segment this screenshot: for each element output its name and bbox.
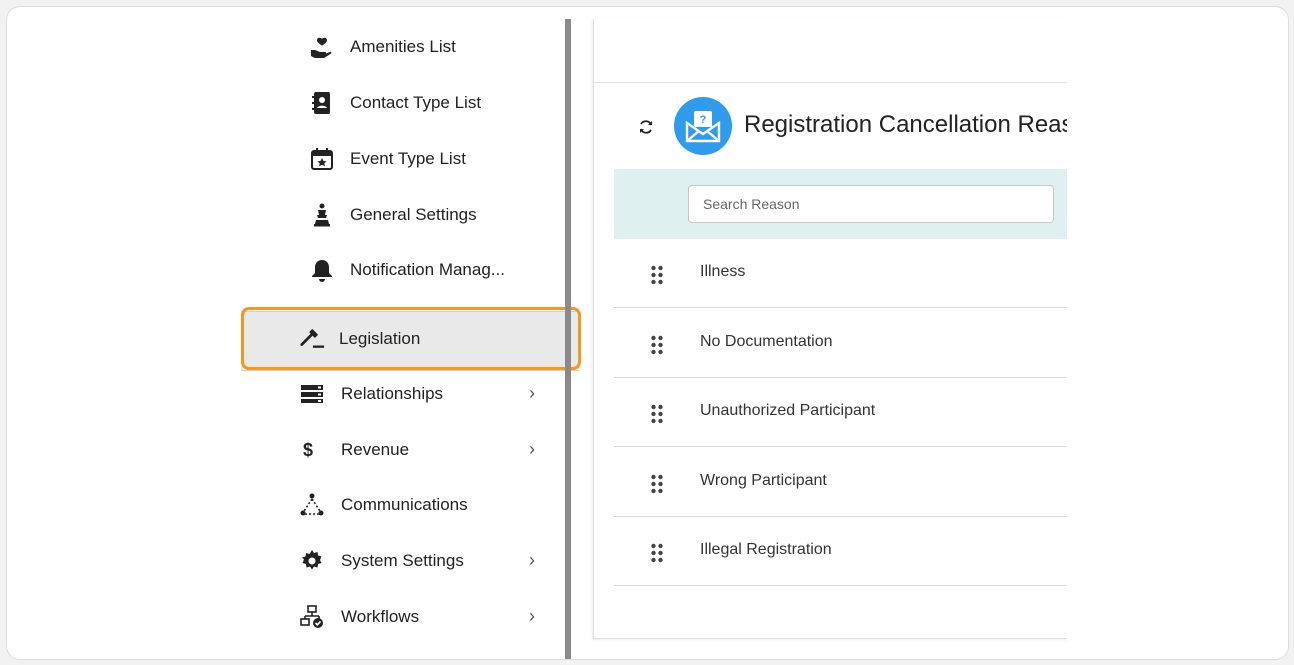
page-title: Registration Cancellation Reas: [744, 111, 1068, 138]
list-item-label: Illness: [700, 263, 746, 280]
drag-handle-icon[interactable]: [651, 335, 663, 360]
sidebar-item-event-type-list[interactable]: Event Type List: [309, 139, 466, 179]
chess-piece-icon: [309, 202, 335, 228]
sidebar-item-label: Revenue: [341, 440, 410, 459]
gear-icon: [299, 548, 325, 574]
legislation-callout-outline: [241, 307, 581, 370]
chevron-right-icon[interactable]: ›: [529, 550, 535, 571]
sidebar-item-relationships[interactable]: Relationships: [299, 374, 443, 414]
panel-header-bar: [594, 19, 1068, 83]
envelope-question-icon: ?: [674, 97, 732, 155]
sidebar-item-label: Contact Type List: [350, 93, 482, 112]
network-icon: [299, 492, 325, 518]
sidebar-item-label: Communications: [341, 495, 468, 514]
sidebar-item-contact-type-list[interactable]: Contact Type List: [309, 83, 481, 123]
sidebar-item-label: General Settings: [350, 205, 477, 224]
list-item[interactable]: Illegal Registration: [614, 517, 1068, 586]
search-input[interactable]: [688, 185, 1054, 223]
sidebar-item-label: Relationships: [341, 384, 444, 403]
app-window: Amenities List Contact Type List Event T…: [6, 6, 1289, 660]
server-icon: [299, 381, 325, 407]
sidebar-item-communications[interactable]: Communications: [299, 485, 468, 525]
chevron-right-icon[interactable]: ›: [529, 383, 535, 404]
list-item[interactable]: Illness: [614, 239, 1068, 308]
list-item-label: Illegal Registration: [700, 541, 832, 558]
drag-handle-icon[interactable]: [651, 543, 663, 568]
bell-icon: [309, 257, 335, 283]
search-bar-area: [614, 169, 1068, 239]
calendar-star-icon: [309, 146, 335, 172]
sidebar-scrollbar[interactable]: [565, 19, 571, 659]
sidebar-item-label: Amenities List: [350, 37, 456, 56]
sidebar-item-amenities-list[interactable]: Amenities List: [309, 27, 456, 67]
sidebar-item-notification-management[interactable]: Notification Manag...: [309, 250, 505, 290]
drag-handle-icon[interactable]: [651, 265, 663, 290]
sidebar-item-workflows[interactable]: Workflows: [299, 597, 419, 637]
sidebar-item-general-settings[interactable]: General Settings: [309, 195, 477, 235]
chevron-right-icon[interactable]: ›: [529, 606, 535, 627]
sidebar-item-label: Workflows: [341, 607, 420, 626]
contact-book-icon: [309, 90, 335, 116]
list-item-label: Wrong Participant: [700, 472, 827, 489]
panel-content: ? Registration Cancellation Reas Illness…: [594, 19, 1068, 639]
sidebar-item-label: Notification Manag...: [350, 260, 505, 279]
chevron-right-icon[interactable]: ›: [529, 439, 535, 460]
svg-text:?: ?: [700, 114, 707, 126]
drag-handle-icon[interactable]: [651, 404, 663, 429]
hand-heart-icon: [309, 34, 335, 60]
sidebar-item-system-settings[interactable]: System Settings: [299, 541, 464, 581]
list-item-label: Unauthorized Participant: [700, 402, 876, 419]
list-item[interactable]: Unauthorized Participant: [614, 378, 1068, 447]
list-item-label: No Documentation: [700, 333, 833, 350]
workflow-icon: [299, 604, 325, 630]
sidebar-item-label: Event Type List: [350, 149, 466, 168]
list-item[interactable]: Wrong Participant: [614, 448, 1068, 517]
refresh-icon[interactable]: [638, 119, 654, 140]
blank-area: [1067, 7, 1288, 659]
drag-handle-icon[interactable]: [651, 474, 663, 499]
sidebar-item-revenue[interactable]: $ Revenue: [299, 430, 409, 470]
list-item[interactable]: No Documentation: [614, 309, 1068, 378]
dollar-icon: $: [303, 439, 314, 460]
sidebar-item-label: System Settings: [341, 551, 464, 570]
